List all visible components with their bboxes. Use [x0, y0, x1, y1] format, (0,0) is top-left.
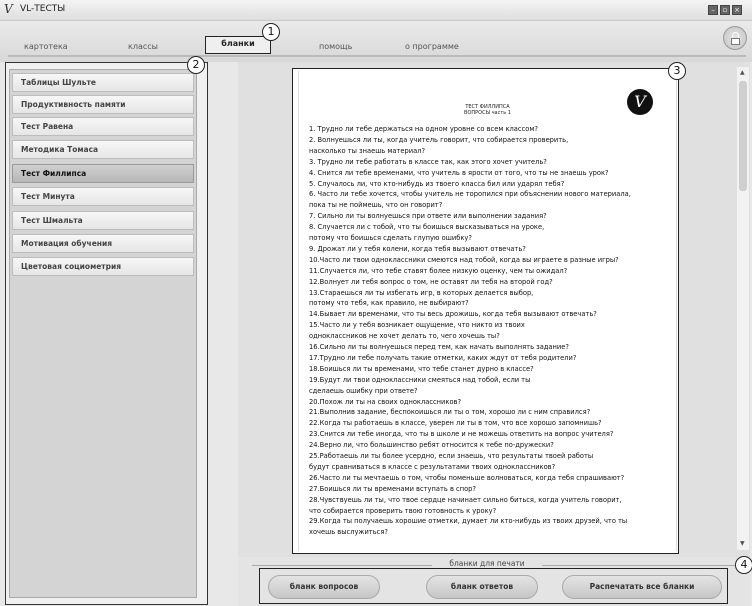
title-bar: V VL-ТЕСТЫ – ▫ ×	[0, 0, 752, 21]
callout-4: 4	[735, 556, 752, 574]
answers-form-button[interactable]: бланк ответов	[426, 575, 538, 599]
scroll-thumb[interactable]	[739, 81, 747, 191]
document-page[interactable]: ТЕСТ ФИЛЛИПСА ВОПРОСЫ часть 1 V 1. Трудн…	[298, 71, 677, 551]
question-line: 3. Трудно ли тебе работать в классе так,…	[309, 157, 547, 166]
question-line: 15.Часто ли у тебя возникает ощущение, ч…	[309, 321, 525, 330]
question-line: будут сравниваться в классе с результата…	[309, 462, 556, 471]
question-line: одноклассников не хочет делать то, чего …	[309, 332, 500, 341]
vl-logo-icon: V	[4, 2, 13, 16]
sidebar-item-minute[interactable]: Тест Минута	[12, 187, 194, 206]
document-title: ТЕСТ ФИЛЛИПСА ВОПРОСЫ часть 1	[299, 104, 676, 116]
question-line: 10.Часто ли твои одноклассники смеются н…	[309, 255, 619, 264]
question-line: хочешь выслужиться?	[309, 528, 388, 537]
question-line: 19.Будут ли твои одноклассники смеяться …	[309, 375, 531, 384]
questions-form-button[interactable]: бланк вопросов	[268, 575, 380, 599]
restore-icon[interactable]: ▫	[720, 5, 730, 15]
question-line: 14.Бывает ли временами, что ты весь дрож…	[309, 310, 597, 319]
question-line: 9. Дрожат ли у тебя колени, когда тебя в…	[309, 244, 526, 253]
sidebar-item-memory[interactable]: Продуктивность памяти	[12, 95, 194, 114]
question-line: потому что боишься сделать глупую ошибку…	[309, 234, 472, 242]
question-line: 12.Волнует ли тебя вопрос о том, не оста…	[309, 277, 553, 286]
question-line: 20.Похож ли ты на своих одноклассников?	[309, 397, 462, 406]
callout-3: 3	[668, 62, 686, 80]
sidebar-item-sociometry[interactable]: Цветовая социометрия	[12, 257, 194, 276]
window-title: VL-ТЕСТЫ	[20, 4, 66, 14]
question-line: 24.Верно ли, что большинство ребят относ…	[309, 441, 554, 450]
print-all-button[interactable]: Распечатать все бланки	[562, 575, 722, 599]
scroll-up-icon[interactable]: ▲	[740, 69, 745, 76]
question-line: 13.Стараешься ли ты избегать игр, в кото…	[309, 288, 534, 297]
minimize-icon[interactable]: –	[708, 5, 718, 15]
question-line: 28.Чувствуешь ли ты, что твое сердце нач…	[309, 495, 622, 504]
question-line: 23.Снится ли тебе иногда, что ты в школе…	[309, 430, 614, 439]
close-icon[interactable]: ×	[732, 5, 742, 15]
sidebar-item-phillips[interactable]: Тест Филлипса	[12, 164, 194, 183]
tab-blanki[interactable]: бланки	[205, 36, 271, 54]
print-group-label: бланки для печати	[432, 559, 542, 568]
question-line: 11.Случается ли, что тебе ставят более н…	[309, 266, 568, 275]
question-line: пока ты не поймешь, что он говорит?	[309, 201, 443, 210]
question-line: 25.Работаешь ли ты более усердно, если з…	[309, 452, 594, 460]
sidebar: Таблицы Шульте Продуктивность памяти Тес…	[9, 69, 197, 598]
sidebar-item-schmalt[interactable]: Тест Шмальта	[12, 211, 194, 230]
question-line: 29.Когда ты получаешь хорошие отметки, д…	[309, 517, 628, 526]
question-line: 27.Боишься ли ты временами вступать в сп…	[309, 484, 476, 493]
question-line: что собирается проверить твою готовность…	[309, 506, 497, 515]
padlock-icon[interactable]	[723, 26, 747, 50]
question-line: насколько ты знаешь материал?	[309, 146, 426, 155]
sidebar-item-schulte[interactable]: Таблицы Шульте	[12, 73, 194, 92]
question-line: 8. Случается ли с тобой, что ты боишься …	[309, 223, 545, 232]
sidebar-item-motivation[interactable]: Мотивация обучения	[12, 234, 194, 253]
question-line: 21.Выполнив задание, беспокоишься ли ты …	[309, 408, 591, 417]
scroll-down-icon[interactable]: ▼	[740, 540, 745, 547]
question-line: 18.Боишься ли ты временами, что тебе ста…	[309, 364, 534, 373]
tab-divider	[8, 55, 746, 57]
question-line: 6. Часто ли тебе хочется, чтобы учитель …	[309, 190, 631, 199]
question-line: потому что тебя, как правило, не выбираю…	[309, 299, 469, 308]
vl-logo-icon: V	[627, 89, 653, 115]
sidebar-item-thomas[interactable]: Методика Томаса	[12, 140, 194, 159]
question-line: сделаешь ошибку при ответе?	[309, 386, 418, 395]
callout-2: 2	[187, 56, 205, 74]
question-line: 1. Трудно ли тебе держаться на одном уро…	[309, 125, 538, 133]
question-line: 4. Снится ли тебе временами, что учитель…	[309, 168, 609, 177]
document-scrollbar[interactable]: ▲ ▼	[737, 67, 749, 550]
question-line: 26.Часто ли ты мечтаешь о том, чтобы пом…	[309, 473, 625, 482]
callout-1: 1	[262, 23, 280, 41]
question-line: 5. Случалось ли, что кто-нибудь из твоег…	[309, 179, 565, 188]
question-line: 22.Когда ты работаешь в классе, уверен л…	[309, 419, 602, 428]
question-line: 2. Волнуешься ли ты, когда учитель говор…	[309, 135, 569, 144]
question-line: 16.Сильно ли ты волнуешься перед тем, ка…	[309, 343, 569, 351]
question-line: 7. Сильно ли ты волнуешься при ответе ил…	[309, 212, 547, 221]
document-subtitle: ВОПРОСЫ часть 1	[464, 110, 511, 116]
question-line: 17.Трудно ли тебе получать такие отметки…	[309, 353, 577, 362]
sidebar-item-raven[interactable]: Тест Равена	[12, 117, 194, 136]
